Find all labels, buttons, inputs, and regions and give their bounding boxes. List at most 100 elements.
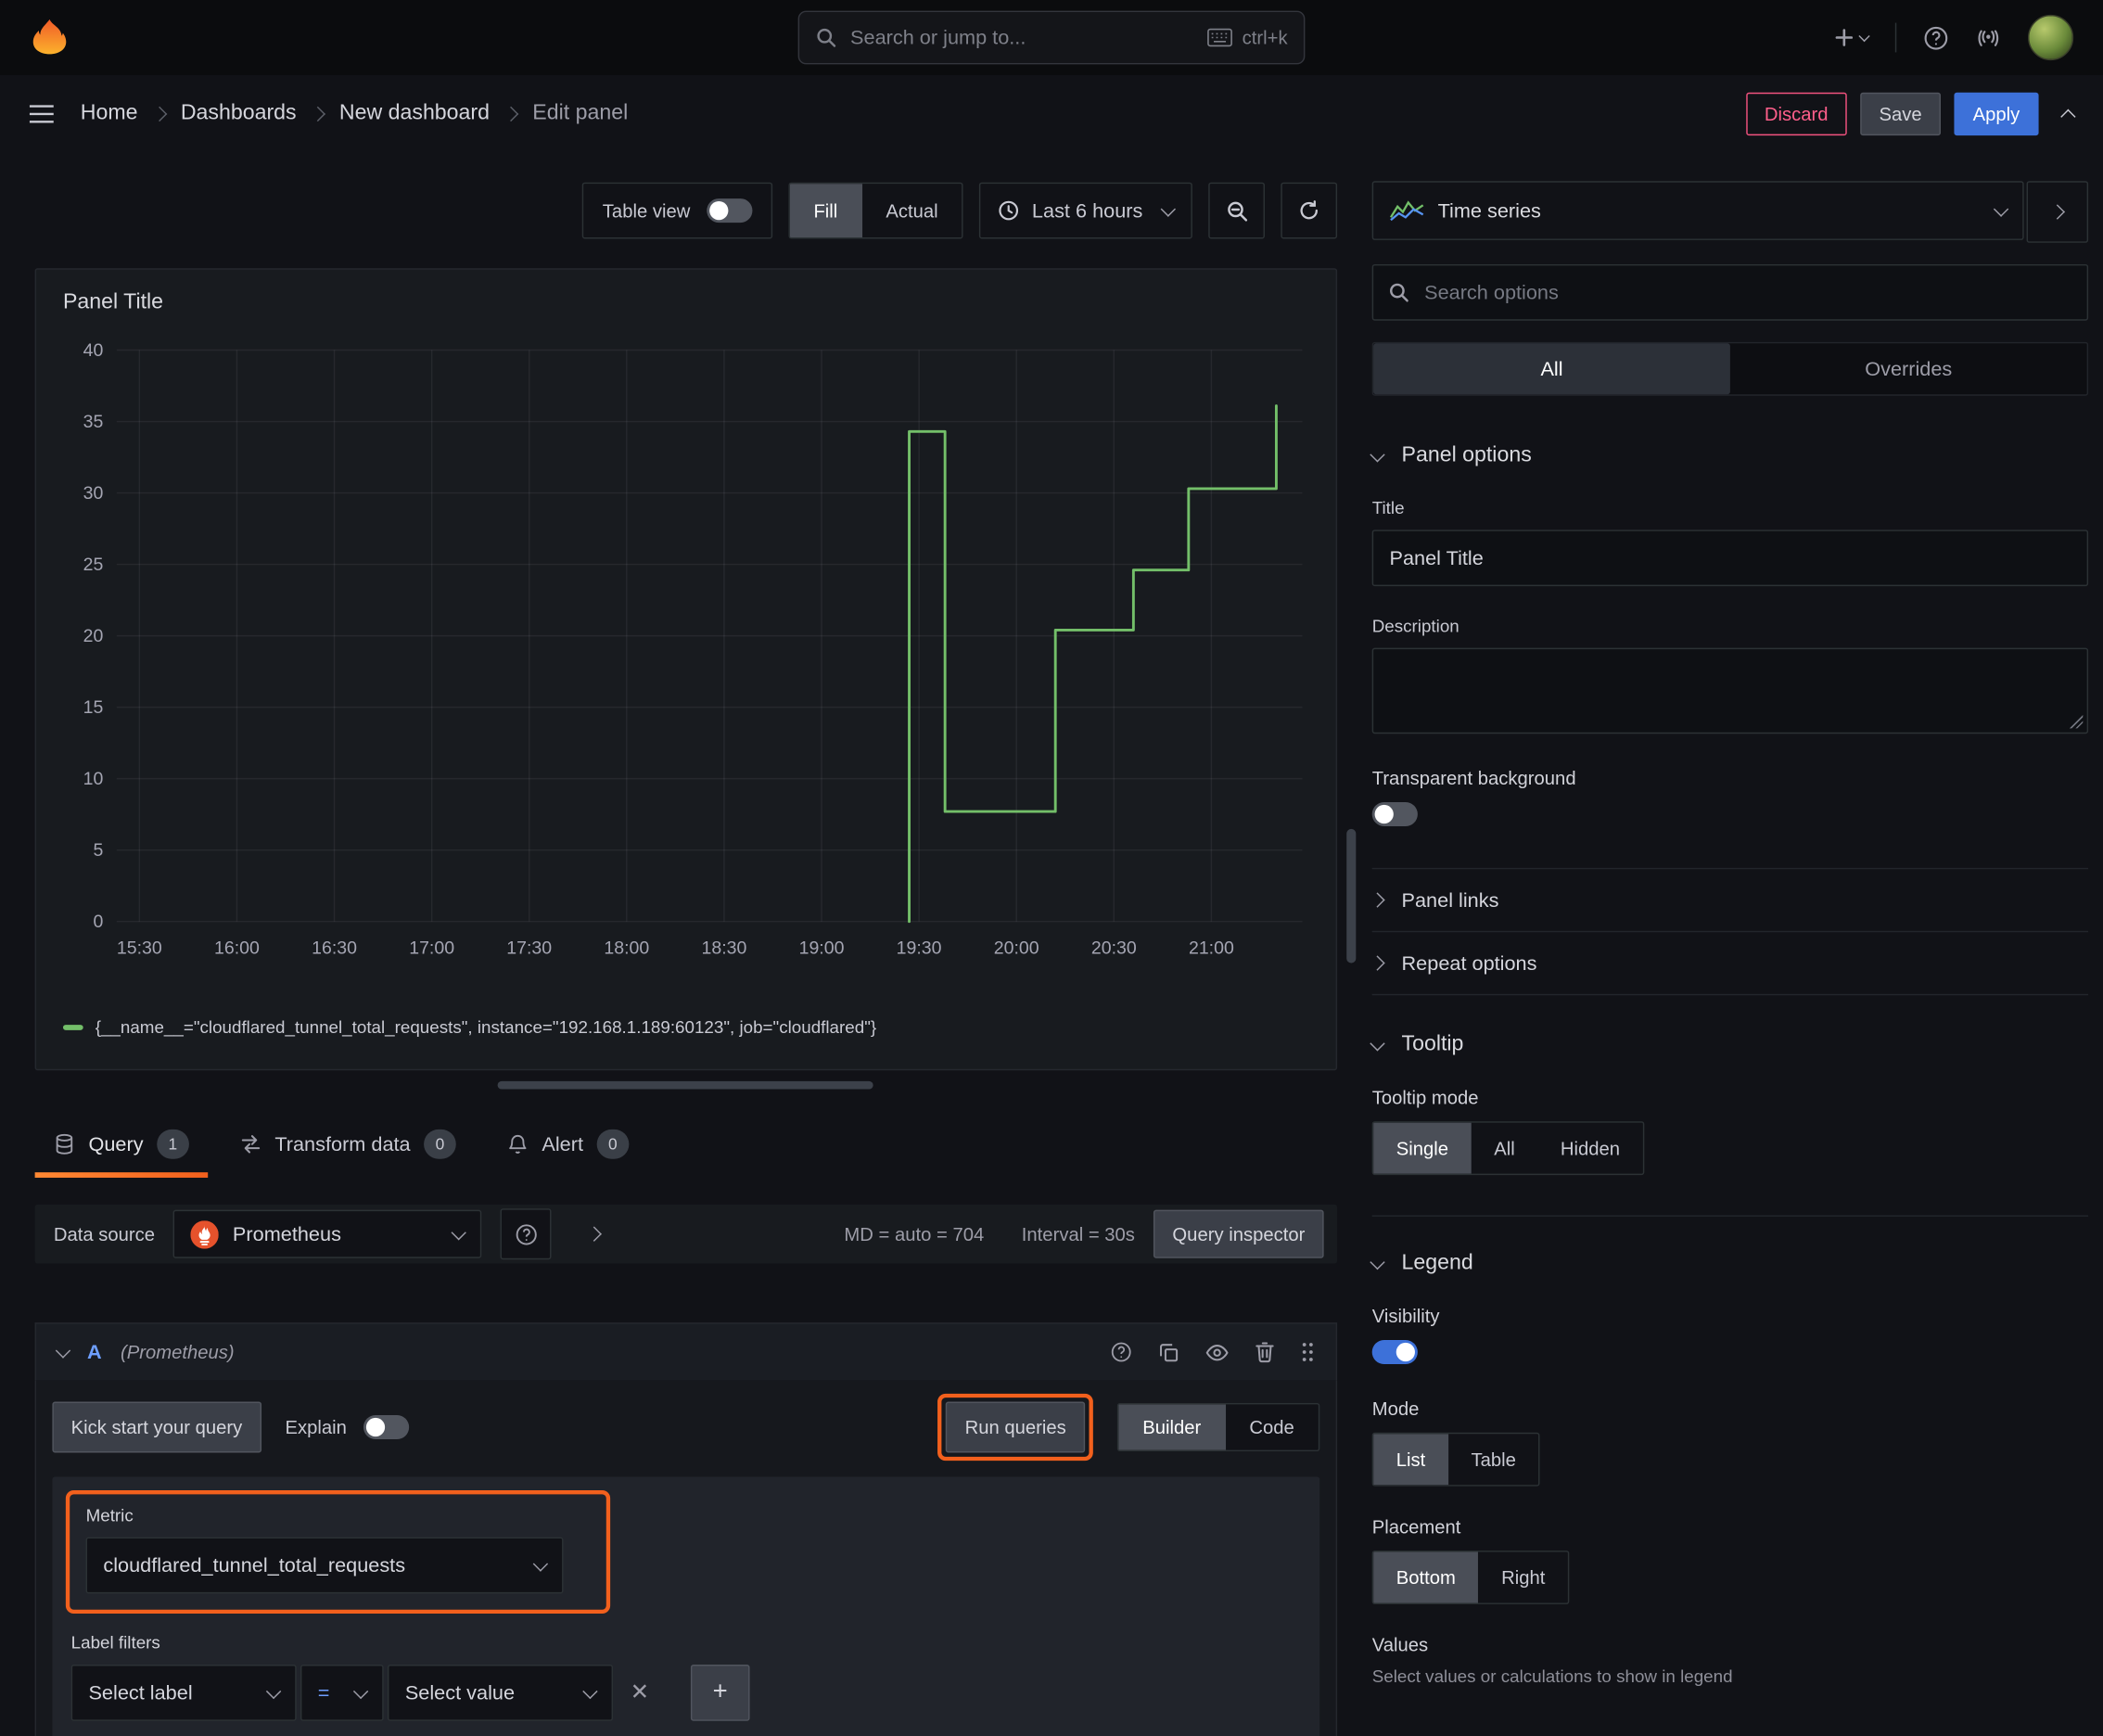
tooltip-header[interactable]: Tooltip xyxy=(1370,1033,2088,1057)
help-button[interactable] xyxy=(1923,25,1948,50)
tooltip-mode-single[interactable]: Single xyxy=(1373,1122,1472,1174)
toggle-query-visibility-button[interactable] xyxy=(1205,1344,1229,1361)
discard-button[interactable]: Discard xyxy=(1745,92,1847,135)
tab-label: Transform data xyxy=(274,1132,411,1156)
legend-mode-table[interactable]: Table xyxy=(1448,1434,1539,1485)
tab-alert[interactable]: Alert 0 xyxy=(489,1111,648,1178)
hamburger-icon xyxy=(29,104,54,122)
chart-legend[interactable]: {__name__="cloudflared_tunnel_total_requ… xyxy=(62,1016,1315,1037)
add-new-button[interactable] xyxy=(1833,27,1870,48)
duplicate-query-button[interactable] xyxy=(1159,1342,1179,1362)
vertical-scrollbar[interactable] xyxy=(1346,828,1357,964)
code-option[interactable]: Code xyxy=(1225,1404,1318,1449)
metric-value: cloudflared_tunnel_total_requests xyxy=(103,1553,406,1577)
help-icon xyxy=(516,1223,537,1245)
datasource-picker[interactable]: Prometheus xyxy=(173,1209,482,1258)
menu-button[interactable] xyxy=(29,104,54,122)
toggle-knob xyxy=(1374,804,1394,824)
tab-all[interactable]: All xyxy=(1373,343,1730,395)
select-label-placeholder: Select label xyxy=(88,1681,193,1704)
horizontal-scroll-area xyxy=(35,1070,1337,1100)
legend-placement-bottom[interactable]: Bottom xyxy=(1373,1551,1479,1603)
kickstart-query-button[interactable]: Kick start your query xyxy=(52,1401,261,1453)
breadcrumb-edit-panel: Edit panel xyxy=(532,101,629,124)
legend-mode-group: Mode List Table xyxy=(1371,1398,2088,1487)
tab-overrides[interactable]: Overrides xyxy=(1730,343,2087,394)
mode-label: Mode xyxy=(1371,1398,1420,1420)
datasource-help-button[interactable] xyxy=(501,1208,553,1260)
search-placeholder: Search or jump to... xyxy=(850,26,1026,49)
resize-handle[interactable] xyxy=(2069,714,2084,729)
collapse-query-icon[interactable] xyxy=(55,1342,71,1359)
news-broadcast-button[interactable] xyxy=(1976,25,2001,50)
horizontal-scrollbar[interactable] xyxy=(497,1080,873,1090)
refresh-button[interactable] xyxy=(1281,182,1338,239)
collapse-pane-button[interactable] xyxy=(2026,181,2089,243)
time-range-label: Last 6 hours xyxy=(1031,198,1143,223)
metric-select[interactable]: cloudflared_tunnel_total_requests xyxy=(85,1537,564,1594)
chevron-down-icon xyxy=(1370,1035,1385,1051)
collapse-options-button[interactable] xyxy=(2060,106,2076,124)
chevron-down-icon xyxy=(532,1555,549,1571)
add-filter-button[interactable]: + xyxy=(690,1665,750,1721)
title-label: Title xyxy=(1371,497,1405,518)
legend-visibility-toggle[interactable] xyxy=(1371,1339,1418,1365)
editor-tabs: Query 1 Transform data 0 Alert 0 xyxy=(34,1111,1337,1178)
breadcrumb-home[interactable]: Home xyxy=(81,101,138,125)
query-inspector-button[interactable]: Query inspector xyxy=(1153,1209,1324,1258)
legend-mode-radio-group: List Table xyxy=(1371,1432,1540,1487)
table-view-control[interactable]: Table view xyxy=(582,182,772,239)
collapsible-rows: Panel links Repeat options xyxy=(1370,867,2089,996)
time-range-picker[interactable]: Last 6 hours xyxy=(979,182,1192,239)
select-value-dropdown[interactable]: Select value xyxy=(388,1665,614,1721)
actual-option[interactable]: Actual xyxy=(861,184,962,237)
transparent-bg-toggle[interactable] xyxy=(1371,801,1418,827)
zoom-out-button[interactable] xyxy=(1208,182,1265,239)
visualization-picker[interactable]: Time series xyxy=(1371,181,2024,240)
expand-options-icon[interactable] xyxy=(587,1226,603,1242)
panel-options-header[interactable]: Panel options xyxy=(1370,444,2088,468)
plus-icon: + xyxy=(712,1678,728,1706)
fill-option[interactable]: Fill xyxy=(789,184,862,238)
copy-icon xyxy=(1160,1343,1179,1361)
tooltip-mode-all[interactable]: All xyxy=(1472,1123,1538,1174)
save-button[interactable]: Save xyxy=(1860,92,1941,135)
tooltip-mode-hidden[interactable]: Hidden xyxy=(1537,1123,1642,1174)
query-help-button[interactable] xyxy=(1111,1341,1132,1362)
toggle-knob xyxy=(365,1417,385,1437)
explain-toggle[interactable] xyxy=(363,1414,409,1440)
operator-value: = xyxy=(317,1681,330,1704)
drag-handle[interactable] xyxy=(1301,1341,1314,1362)
panel-description-input[interactable] xyxy=(1371,647,2089,734)
apply-button[interactable]: Apply xyxy=(1954,92,2039,135)
legend-mode-list[interactable]: List xyxy=(1373,1434,1448,1486)
legend-placement-right[interactable]: Right xyxy=(1478,1552,1567,1603)
nav-divider xyxy=(1894,22,1897,53)
builder-option[interactable]: Builder xyxy=(1118,1404,1226,1450)
options-search-input[interactable] xyxy=(1371,263,2089,321)
explain-control: Explain xyxy=(286,1414,409,1440)
remove-filter-button[interactable]: ✕ xyxy=(617,1665,662,1721)
chevron-right-icon xyxy=(1370,955,1385,971)
operator-dropdown[interactable]: = xyxy=(300,1665,384,1721)
tab-transform-data[interactable]: Transform data 0 xyxy=(221,1111,475,1178)
panel-links-row[interactable]: Panel links xyxy=(1370,867,2089,931)
panel-title-input[interactable] xyxy=(1371,530,2089,587)
user-avatar[interactable] xyxy=(2028,14,2074,61)
search-input[interactable]: Search or jump to... ctrl+k xyxy=(797,10,1306,65)
run-queries-button[interactable]: Run queries xyxy=(946,1401,1086,1453)
grafana-logo[interactable] xyxy=(30,18,70,57)
refresh-icon xyxy=(1300,200,1318,220)
select-label-dropdown[interactable]: Select label xyxy=(70,1665,297,1721)
tooltip-mode-group: Tooltip mode Single All Hidden xyxy=(1371,1087,2088,1176)
repeat-options-row[interactable]: Repeat options xyxy=(1370,930,2089,996)
query-row-header[interactable]: A (Prometheus) xyxy=(34,1322,1338,1381)
delete-query-button[interactable] xyxy=(1255,1341,1274,1363)
breadcrumb-dashboards[interactable]: Dashboards xyxy=(181,101,297,125)
top-nav: Search or jump to... ctrl+k xyxy=(0,0,2103,76)
legend-header[interactable]: Legend xyxy=(1370,1252,2088,1276)
table-view-toggle[interactable] xyxy=(706,198,752,223)
breadcrumb-new-dashboard[interactable]: New dashboard xyxy=(339,101,490,125)
tab-query[interactable]: Query 1 xyxy=(34,1111,208,1178)
eye-icon xyxy=(1205,1344,1229,1360)
